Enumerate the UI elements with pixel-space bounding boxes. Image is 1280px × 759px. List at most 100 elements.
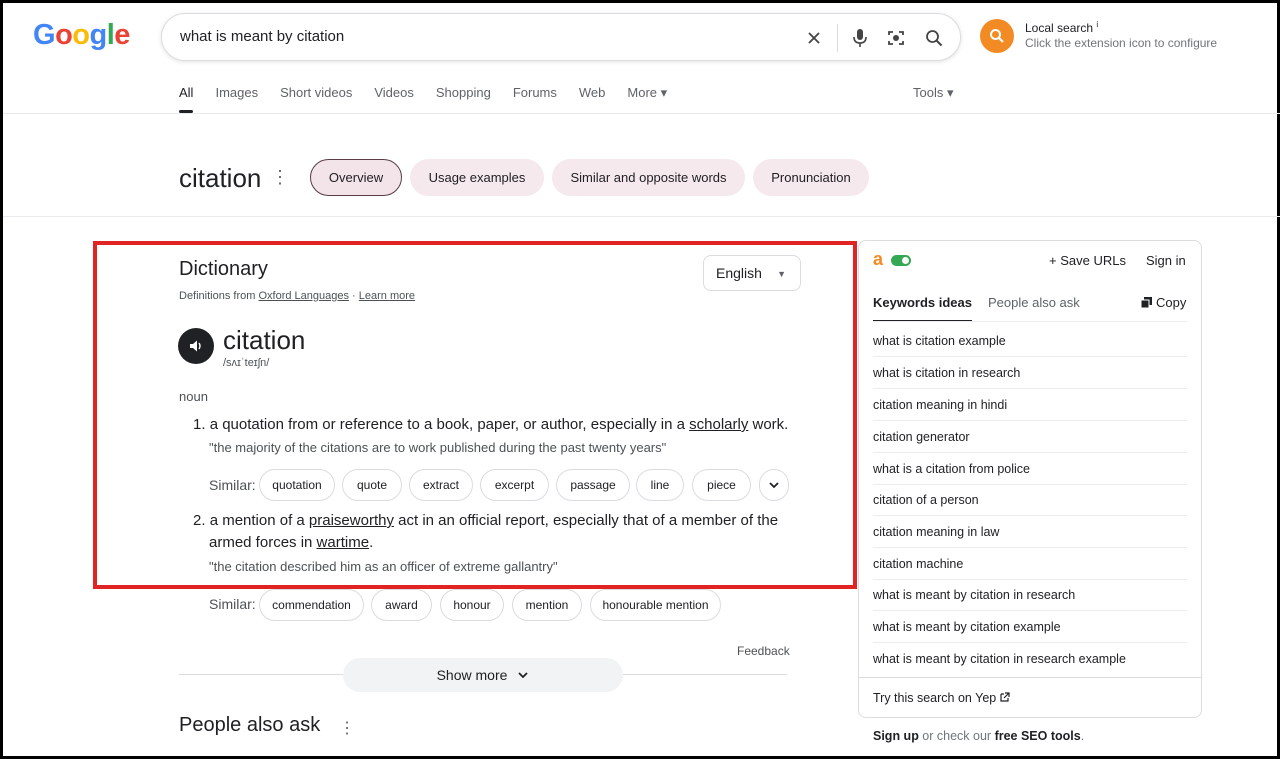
similar-chip[interactable]: passage bbox=[556, 469, 630, 501]
definition-text: a quotation from or reference to a book,… bbox=[209, 416, 690, 433]
similar-label: Similar: bbox=[209, 596, 256, 612]
logo-letter: g bbox=[89, 19, 108, 51]
similar-chip[interactable]: line bbox=[636, 469, 684, 501]
people-also-ask-title: People also ask bbox=[179, 714, 321, 736]
tab-videos[interactable]: Videos bbox=[374, 85, 414, 113]
chip-pronunciation[interactable]: Pronunciation bbox=[753, 159, 869, 196]
definition-2-line2: armed forces in wartime. bbox=[209, 532, 373, 554]
copy-icon bbox=[1141, 297, 1152, 308]
header-divider bbox=[3, 113, 1280, 114]
tab-forums[interactable]: Forums bbox=[513, 85, 557, 113]
chevron-down-icon[interactable] bbox=[759, 469, 789, 501]
more-options-icon[interactable]: ⋮ bbox=[271, 167, 289, 188]
source-separator: · bbox=[349, 290, 359, 302]
definition-text: armed forces in bbox=[209, 534, 317, 551]
similar-chip[interactable]: quotation bbox=[259, 469, 335, 501]
definition-text-mid: act in an official report, especially th… bbox=[393, 512, 779, 529]
similar-chip[interactable]: mention bbox=[512, 589, 582, 621]
oxford-languages-link[interactable]: Oxford Languages bbox=[258, 290, 349, 302]
toggle-switch[interactable] bbox=[891, 255, 911, 266]
sign-up-link[interactable]: Sign up bbox=[873, 729, 919, 743]
panel-footer-divider bbox=[859, 677, 1201, 678]
footer-middle: or check our bbox=[918, 729, 995, 743]
footer-end: . bbox=[1080, 729, 1085, 743]
tools-button[interactable]: Tools ▾ bbox=[913, 85, 954, 101]
speaker-icon[interactable] bbox=[178, 328, 214, 364]
similar-chip[interactable]: commendation bbox=[259, 589, 364, 621]
extension-logo: a bbox=[873, 249, 884, 269]
search-input[interactable]: what is meant by citation bbox=[180, 28, 344, 45]
local-search-extension-icon[interactable] bbox=[980, 19, 1014, 53]
logo-letter: e bbox=[114, 19, 130, 51]
tab-web[interactable]: Web bbox=[579, 85, 606, 113]
wartime-link[interactable]: wartime bbox=[317, 534, 370, 551]
keyword-item[interactable]: what is citation example bbox=[873, 325, 1187, 357]
keyword-item[interactable]: what is citation in research bbox=[873, 357, 1187, 389]
similar-chip[interactable]: extract bbox=[409, 469, 473, 501]
seo-tools-link[interactable]: free SEO tools bbox=[995, 729, 1081, 743]
logo-letter: o bbox=[72, 19, 90, 51]
similar-chip[interactable]: honourable mention bbox=[590, 589, 721, 621]
show-more-label: Show more bbox=[436, 667, 508, 683]
tab-more[interactable]: More ▾ bbox=[627, 85, 667, 113]
external-link-icon bbox=[1000, 692, 1010, 702]
keyword-item[interactable]: citation generator bbox=[873, 421, 1187, 453]
keyword-item[interactable]: what is a citation from police bbox=[873, 453, 1187, 485]
keyword-item[interactable]: what is meant by citation in research bbox=[873, 579, 1187, 611]
keyword-item[interactable]: what is meant by citation in research ex… bbox=[873, 643, 1187, 675]
keyword-item[interactable]: citation machine bbox=[873, 548, 1187, 580]
definition-1: 1. a quotation from or reference to a bo… bbox=[193, 414, 788, 436]
sign-in-button[interactable]: Sign in bbox=[1146, 253, 1186, 268]
google-logo[interactable]: Google bbox=[33, 19, 130, 52]
tab-keywords-ideas[interactable]: Keywords ideas bbox=[873, 295, 972, 322]
tab-shopping[interactable]: Shopping bbox=[436, 85, 491, 113]
similar-chip[interactable]: honour bbox=[440, 589, 504, 621]
praiseworthy-link[interactable]: praiseworthy bbox=[309, 512, 394, 529]
search-box[interactable]: what is meant by citation bbox=[161, 13, 961, 61]
scholarly-link[interactable]: scholarly bbox=[689, 416, 748, 433]
keyword-item[interactable]: citation meaning in law bbox=[873, 516, 1187, 548]
definition-text: a mention of a bbox=[209, 512, 309, 529]
show-more-button[interactable]: Show more bbox=[343, 658, 623, 692]
camera-lens-icon[interactable] bbox=[884, 26, 908, 50]
copy-button[interactable]: Copy bbox=[1141, 295, 1186, 310]
search-icon[interactable] bbox=[922, 26, 946, 50]
similar-chip[interactable]: quote bbox=[342, 469, 402, 501]
definition-number: 1. bbox=[193, 416, 206, 433]
extension-title: Local search i bbox=[1025, 20, 1098, 35]
panel-divider bbox=[873, 321, 1187, 322]
dictionary-title: Dictionary bbox=[179, 258, 268, 280]
similar-chip[interactable]: award bbox=[371, 589, 432, 621]
chip-similar-opposite-words[interactable]: Similar and opposite words bbox=[552, 159, 745, 196]
similar-chip[interactable]: excerpt bbox=[480, 469, 549, 501]
copy-label: Copy bbox=[1156, 295, 1187, 310]
more-options-icon[interactable]: ⋮ bbox=[339, 718, 355, 738]
microphone-icon[interactable] bbox=[848, 26, 872, 50]
try-yep-label: Try this search on Yep bbox=[873, 691, 997, 705]
similar-chip[interactable]: piece bbox=[692, 469, 751, 501]
topic-divider bbox=[3, 216, 1280, 217]
search-tabs: All Images Short videos Videos Shopping … bbox=[179, 85, 667, 113]
tab-people-also-ask[interactable]: People also ask bbox=[988, 295, 1080, 310]
keyword-item[interactable]: citation of a person bbox=[873, 484, 1187, 516]
tab-images[interactable]: Images bbox=[215, 85, 258, 113]
clear-icon[interactable] bbox=[802, 26, 826, 50]
learn-more-link[interactable]: Learn more bbox=[359, 290, 415, 302]
chip-usage-examples[interactable]: Usage examples bbox=[410, 159, 544, 196]
similar-label: Similar: bbox=[209, 477, 256, 493]
source-prefix: Definitions from bbox=[179, 290, 259, 302]
extension-subtitle: Click the extension icon to configure bbox=[1025, 36, 1218, 50]
part-of-speech: noun bbox=[179, 389, 208, 404]
extension-title-text: Local search bbox=[1025, 21, 1094, 35]
language-select[interactable]: English ▼ bbox=[703, 255, 801, 291]
chip-overview[interactable]: Overview bbox=[310, 159, 402, 196]
feedback-link[interactable]: Feedback bbox=[737, 644, 790, 658]
tab-short-videos[interactable]: Short videos bbox=[280, 85, 352, 113]
footer-text: Sign up or check our free SEO tools. bbox=[873, 729, 1084, 743]
try-yep-link[interactable]: Try this search on Yep bbox=[873, 691, 1010, 705]
keyword-item[interactable]: what is meant by citation example bbox=[873, 611, 1187, 643]
save-urls-button[interactable]: + Save URLs bbox=[1049, 253, 1126, 268]
info-icon[interactable]: i bbox=[1096, 20, 1098, 29]
tab-all[interactable]: All bbox=[179, 85, 194, 113]
keyword-item[interactable]: citation meaning in hindi bbox=[873, 389, 1187, 421]
